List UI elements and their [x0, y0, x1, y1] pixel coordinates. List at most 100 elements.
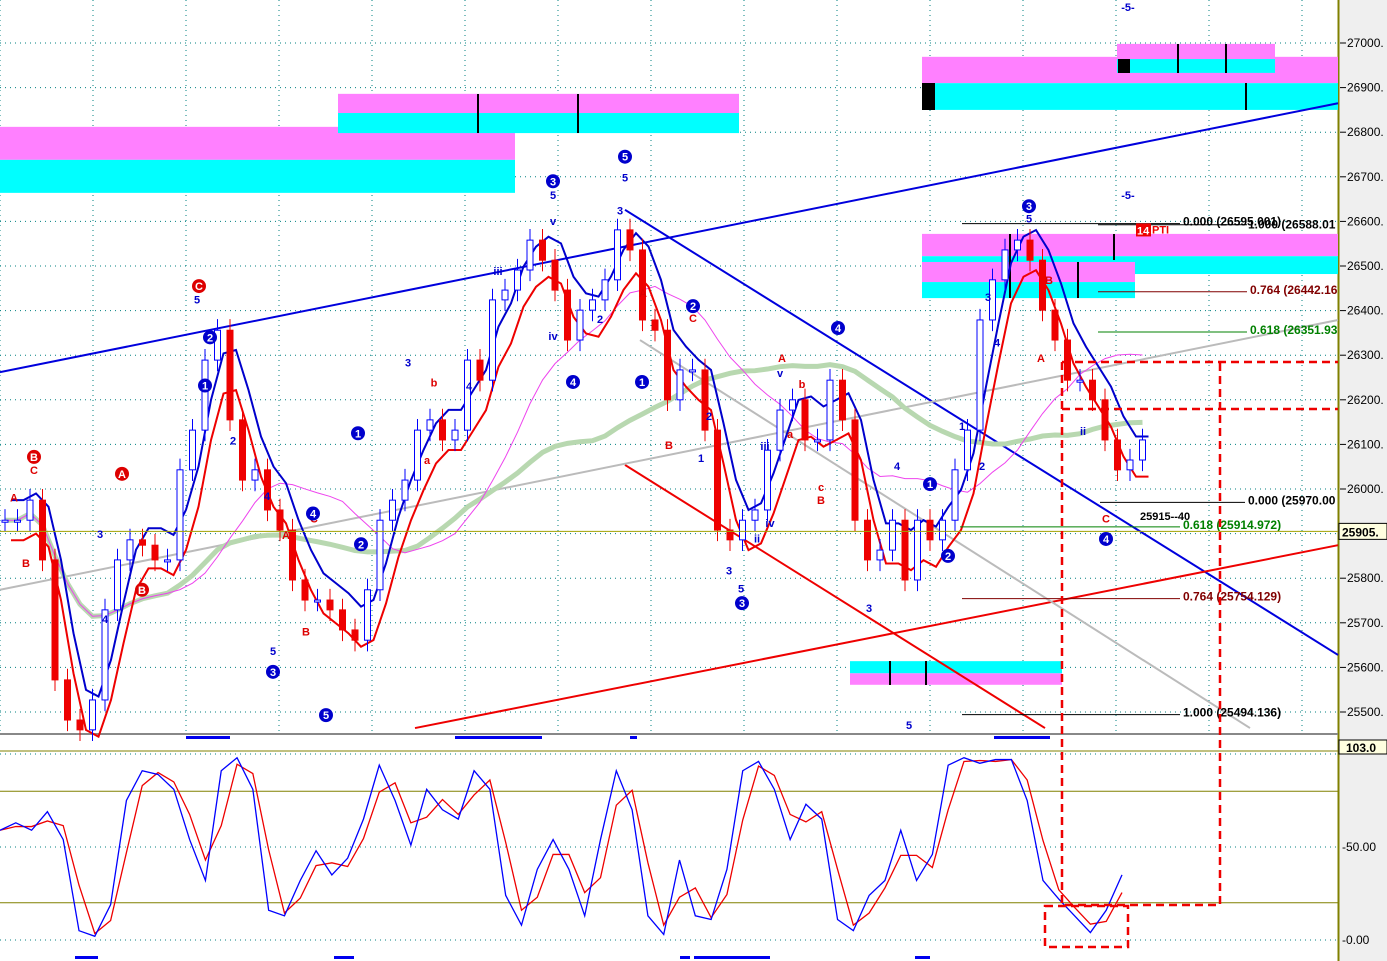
candle[interactable]: [889, 509, 896, 562]
wave-label: B: [665, 440, 673, 452]
candle[interactable]: [839, 369, 846, 432]
candle[interactable]: [64, 668, 71, 732]
candle[interactable]: [1051, 299, 1059, 352]
candle[interactable]: [1, 509, 9, 532]
candle-body: [476, 359, 484, 381]
candle[interactable]: [951, 458, 959, 532]
candle[interactable]: [239, 408, 246, 492]
candle[interactable]: [751, 498, 759, 532]
candle[interactable]: [651, 308, 659, 342]
candle[interactable]: [551, 249, 559, 302]
candle[interactable]: [1126, 448, 1134, 481]
candle[interactable]: [739, 509, 746, 551]
candle[interactable]: [901, 509, 909, 592]
zone-pink-band[interactable]: [922, 233, 1338, 257]
candle[interactable]: [464, 348, 471, 442]
candle[interactable]: [726, 518, 734, 551]
candle[interactable]: [501, 278, 509, 312]
candle[interactable]: [851, 408, 859, 532]
candle[interactable]: [14, 509, 21, 532]
zone-pink-band[interactable]: [338, 93, 739, 114]
candle-body: [389, 499, 396, 521]
candle[interactable]: [526, 228, 534, 282]
candle[interactable]: [701, 358, 709, 442]
candle[interactable]: [351, 618, 359, 652]
candle[interactable]: [226, 319, 234, 432]
candle-body: [964, 429, 971, 471]
candle[interactable]: [914, 509, 921, 592]
candle[interactable]: [614, 218, 621, 291]
candle[interactable]: [564, 278, 571, 352]
wave-label: 5: [1026, 214, 1032, 226]
trendline[interactable]: [624, 464, 1046, 729]
candle[interactable]: [451, 418, 459, 452]
wave-label: C: [30, 465, 38, 477]
candle[interactable]: [51, 548, 59, 692]
candle[interactable]: [214, 319, 221, 372]
candle[interactable]: [664, 319, 671, 411]
candle[interactable]: [689, 358, 696, 382]
trading-chart[interactable]: 27000. 26900. 26800. 26700. 26600. 26500. 2640…: [0, 0, 1387, 961]
circled-wave-label: 3: [266, 664, 280, 679]
candle[interactable]: [476, 348, 484, 392]
candle-body: [1076, 379, 1084, 383]
projection-box[interactable]: [1060, 360, 1338, 907]
candle[interactable]: [539, 228, 546, 272]
candle[interactable]: [576, 299, 584, 352]
candle[interactable]: [926, 509, 934, 551]
zone-cyan-band[interactable]: [922, 83, 1338, 110]
candle[interactable]: [426, 408, 434, 442]
candle[interactable]: [201, 348, 209, 442]
candle[interactable]: [114, 548, 121, 622]
zone-marker-block: [922, 83, 935, 110]
candle[interactable]: [976, 308, 984, 442]
zone-pink-band[interactable]: [850, 673, 1062, 685]
zone-cyan-band[interactable]: [0, 159, 515, 193]
candle[interactable]: [189, 418, 196, 481]
candle[interactable]: [39, 489, 46, 572]
candle[interactable]: [1101, 388, 1109, 452]
chart-annotation: PTI: [1152, 224, 1169, 236]
candle[interactable]: [489, 288, 496, 392]
wave-label: C: [1102, 513, 1110, 525]
zone-cyan-band[interactable]: [1117, 59, 1275, 73]
zone-pink-band[interactable]: [1117, 43, 1275, 60]
candle[interactable]: [939, 509, 946, 551]
candle[interactable]: [514, 258, 521, 302]
zone-pink-band[interactable]: [922, 261, 1135, 283]
candle[interactable]: [414, 418, 421, 492]
candle[interactable]: [1139, 428, 1146, 472]
candle[interactable]: [389, 489, 396, 532]
candle[interactable]: [364, 578, 371, 652]
candle[interactable]: [176, 458, 184, 572]
candle[interactable]: [714, 418, 721, 542]
candle[interactable]: [264, 458, 271, 522]
candle[interactable]: [776, 398, 784, 462]
candle[interactable]: [601, 268, 609, 312]
candle[interactable]: [864, 509, 871, 572]
candle-body: [1101, 399, 1109, 441]
candle[interactable]: [289, 518, 296, 592]
candle[interactable]: [639, 238, 646, 332]
candle[interactable]: [789, 388, 796, 422]
candle[interactable]: [139, 528, 146, 557]
circled-wave-label: 3: [546, 174, 560, 189]
trendline[interactable]: [414, 544, 1339, 730]
zone-cyan-band[interactable]: [922, 282, 1135, 299]
candle[interactable]: [339, 598, 346, 642]
wave-label: -5-: [1121, 190, 1135, 202]
candle[interactable]: [876, 538, 884, 572]
candle[interactable]: [814, 428, 821, 452]
candle[interactable]: [301, 568, 309, 612]
candle-body: [114, 559, 121, 611]
zone-cyan-band[interactable]: [338, 113, 739, 134]
candle[interactable]: [376, 509, 384, 601]
candle[interactable]: [164, 548, 171, 572]
candle[interactable]: [826, 369, 834, 452]
candle[interactable]: [1089, 369, 1096, 411]
wave-label: 3: [726, 566, 732, 578]
oversold-box[interactable]: [1043, 904, 1130, 949]
candle[interactable]: [964, 418, 971, 481]
candle[interactable]: [151, 534, 159, 572]
candle[interactable]: [626, 218, 634, 262]
